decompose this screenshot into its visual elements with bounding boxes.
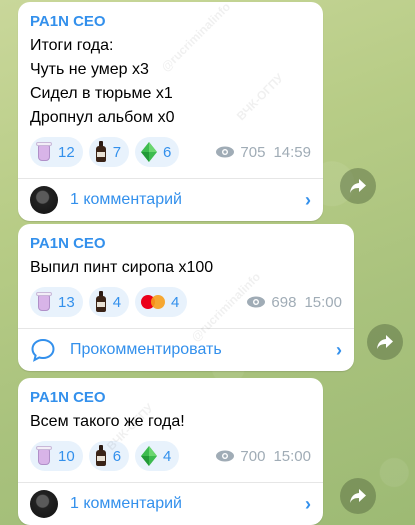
reaction-count: 6 <box>163 143 172 161</box>
comments-label: 1 комментарий <box>70 495 182 512</box>
message-time: 15:00 <box>304 293 342 311</box>
forward-arrow-icon <box>350 179 366 193</box>
reaction-chip[interactable]: 12 <box>30 137 83 167</box>
reaction-chip[interactable]: 7 <box>88 137 130 167</box>
eye-icon <box>216 450 235 462</box>
share-button[interactable] <box>340 168 376 204</box>
forward-arrow-icon <box>350 489 366 503</box>
message-bubble: PA1N CEO Всем такого же года! 10 6 4 700 <box>18 378 323 525</box>
reaction-chip[interactable]: 6 <box>88 441 130 471</box>
lean-cup-icon <box>36 142 52 162</box>
reaction-count: 12 <box>58 143 75 161</box>
chevron-right-icon: › <box>305 493 311 514</box>
reaction-chip[interactable]: 4 <box>135 287 188 317</box>
message-author[interactable]: PA1N CEO <box>30 388 311 408</box>
reaction-count: 10 <box>58 447 75 465</box>
green-diamond-icon <box>141 446 158 466</box>
reaction-chip[interactable]: 10 <box>30 441 83 471</box>
message-meta-row: 13 4 4 698 15:00 <box>30 282 342 322</box>
view-counter: 698 <box>246 294 296 311</box>
commenter-avatar <box>30 490 58 518</box>
message-text: Выпил пинт сиропа х100 <box>30 259 214 276</box>
lean-cup-icon <box>36 446 52 466</box>
comments-button[interactable]: Прокомментировать › <box>18 329 354 371</box>
commenter-avatar <box>30 186 58 214</box>
syrup-bottle-icon <box>95 291 107 313</box>
reaction-chip[interactable]: 6 <box>135 137 180 167</box>
mastercard-icon <box>141 294 166 310</box>
reaction-count: 6 <box>112 447 122 465</box>
forward-arrow-icon <box>377 335 393 349</box>
view-counter: 700 <box>215 448 265 465</box>
comment-bubble-icon <box>31 338 55 362</box>
reaction-chip[interactable]: 4 <box>135 441 180 471</box>
message-bubble: PA1N CEO Итоги года: Чуть не умер х3 Сид… <box>18 2 323 221</box>
chevron-right-icon: › <box>305 189 311 210</box>
reaction-chip[interactable]: 4 <box>88 287 130 317</box>
message-meta-row: 12 7 6 705 14:59 <box>30 132 311 172</box>
comments-button[interactable]: 1 комментарий › <box>18 483 323 525</box>
message-author[interactable]: PA1N CEO <box>30 234 342 254</box>
eye-icon <box>216 146 235 158</box>
message-bubble: PA1N CEO Выпил пинт сиропа х100 13 4 4 6… <box>18 224 354 371</box>
reaction-count: 7 <box>112 143 122 161</box>
reaction-count: 4 <box>171 293 180 311</box>
comments-button[interactable]: 1 комментарий › <box>18 179 323 221</box>
share-button[interactable] <box>367 324 403 360</box>
syrup-bottle-icon <box>95 445 107 467</box>
share-button[interactable] <box>340 478 376 514</box>
reaction-count: 4 <box>163 447 172 465</box>
message-text: Итоги года: Чуть не умер х3 Сидел в тюрь… <box>30 37 175 126</box>
chevron-right-icon: › <box>336 339 342 360</box>
comments-label: Прокомментировать <box>70 341 222 358</box>
view-counter: 705 <box>215 144 265 161</box>
message-meta-row: 10 6 4 700 15:00 <box>30 436 311 476</box>
reaction-count: 4 <box>112 293 122 311</box>
reaction-count: 13 <box>58 293 75 311</box>
green-diamond-icon <box>141 142 158 162</box>
message-time: 14:59 <box>273 143 311 161</box>
message-time: 15:00 <box>273 447 311 465</box>
reaction-chip[interactable]: 13 <box>30 287 83 317</box>
lean-cup-icon <box>36 292 52 312</box>
view-count: 700 <box>240 447 266 465</box>
message-text: Всем такого же года! <box>30 413 185 430</box>
eye-icon <box>247 296 266 308</box>
comments-label: 1 комментарий <box>70 191 182 208</box>
view-count: 705 <box>240 143 266 161</box>
message-author[interactable]: PA1N CEO <box>30 12 311 32</box>
syrup-bottle-icon <box>95 141 107 163</box>
view-count: 698 <box>271 293 297 311</box>
